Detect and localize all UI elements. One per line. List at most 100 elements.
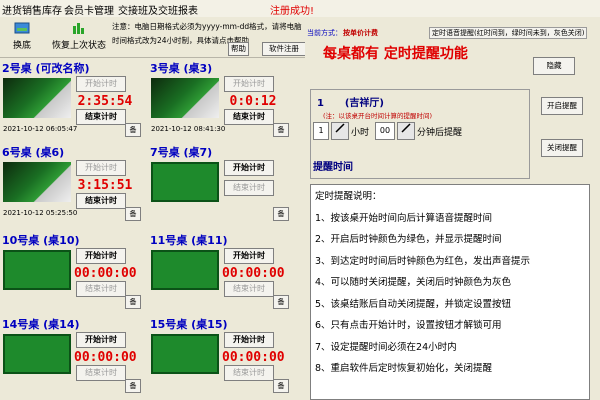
restore-state-label: 恢复上次状态: [52, 41, 107, 51]
instruction-line: 2、开启后时钟颜色为绿色，并显示提醒时间: [315, 234, 502, 245]
end-timer-button[interactable]: 结束计时: [76, 109, 126, 125]
end-timer-button[interactable]: 结束计时: [224, 180, 274, 196]
start-timer-button[interactable]: 开始计时: [76, 160, 126, 176]
instruction-line: 定时提醒说明：: [315, 191, 382, 202]
end-timer-button[interactable]: 结束计时: [224, 281, 274, 297]
registration-status: 注册成功!: [270, 6, 315, 17]
table-card-2: 2号桌 (可改名称) 开始计时 2:35:54 结束计时 2021-10-12 …: [0, 58, 143, 138]
table-grid: 2号桌 (可改名称) 开始计时 2:35:54 结束计时 2021-10-12 …: [0, 58, 305, 400]
promo-banner: 每桌都有 定时提醒功能: [323, 46, 468, 62]
hours-input[interactable]: 1: [313, 122, 329, 140]
table-clock: 2:35:54: [77, 94, 133, 109]
table-settings-button[interactable]: 备: [125, 295, 141, 309]
table-card-6: 6号桌 (桌6) 开始计时 3:15:51 结束计时 2021-10-12 05…: [0, 142, 143, 222]
table-settings-button[interactable]: 备: [273, 295, 289, 309]
change-background-button[interactable]: 换底: [2, 17, 42, 55]
table-title[interactable]: 3号桌 (桌3): [150, 60, 212, 76]
end-timer-button[interactable]: 结束计时: [224, 365, 274, 381]
instruction-line: 4、可以随时关闭提醒，关闭后时钟颜色为灰色: [315, 277, 512, 288]
mode-bar: 当前方式： 按单价计费 定时语音提醒(红时间到，绿时间未到，灰色关闭): [305, 27, 600, 41]
reminder-instructions: 定时提醒说明： 1、按该桌开始时间向后计算语音提醒时间 2、开启后时钟颜色为绿色…: [310, 184, 590, 400]
table-clock: 0:0:12: [229, 94, 277, 109]
table-settings-button[interactable]: 备: [273, 123, 289, 137]
table-settings-button[interactable]: 备: [273, 379, 289, 393]
disable-reminder-button[interactable]: 关闭提醒: [541, 139, 583, 157]
table-title[interactable]: 14号桌 (桌14): [2, 316, 80, 332]
slash-icon: [335, 123, 345, 133]
minutes-label: 分钟后提醒: [417, 128, 463, 138]
table-clock: 00:00:00: [222, 350, 285, 365]
table-settings-button[interactable]: 备: [273, 207, 289, 221]
table-title[interactable]: 2号桌 (可改名称): [2, 60, 90, 76]
wallpaper-icon: [14, 22, 30, 34]
tab-voice-reminder[interactable]: 定时语音提醒(红时间到，绿时间未到，灰色关闭): [429, 27, 588, 39]
instruction-line: 6、只有点击开始计时，设置按钮才解锁可用: [315, 320, 502, 331]
start-timestamp: 2021-10-12 05:25:50: [3, 209, 78, 217]
billing-mode-label: 当前方式：: [307, 29, 342, 37]
billiard-table-image: [3, 162, 71, 202]
table-card-3: 3号桌 (桌3) 开始计时 0:0:12 结束计时 2021-10-12 08:…: [148, 58, 291, 138]
change-background-label: 换底: [12, 41, 31, 51]
table-title[interactable]: 11号桌 (桌11): [150, 232, 228, 248]
table-card-14: 14号桌 (桌14) 开始计时 00:00:00 结束计时 备: [0, 314, 143, 394]
help-button[interactable]: 帮助: [228, 42, 249, 56]
menu-item-shift-report[interactable]: 交接班及交班报表: [118, 2, 198, 17]
reminder-settings: 1 (吉祥厅) (注：以该桌开台时间计算的提醒时间) 1 小时 00 分钟后提醒…: [310, 89, 530, 179]
table-clock: 3:15:51: [77, 178, 133, 193]
table-clock: 00:00:00: [222, 266, 285, 281]
billing-mode-value: 按单价计费: [343, 29, 378, 37]
end-timer-button[interactable]: 结束计时: [224, 109, 274, 125]
instruction-line: 7、设定提醒时间必须在24小时内: [315, 341, 457, 353]
instruction-line: 5、该桌结账后自动关闭提醒，并锁定设置按钮: [315, 298, 512, 310]
table-title[interactable]: 10号桌 (桌10): [2, 232, 80, 248]
hours-dropdown[interactable]: [331, 122, 349, 140]
instruction-line: 3、到达定时时间后时钟颜色为红色，发出声音提示: [315, 255, 531, 267]
table-settings-button[interactable]: 备: [125, 123, 141, 137]
start-timer-button[interactable]: 开始计时: [224, 160, 274, 176]
table-card-10: 10号桌 (桌10) 开始计时 00:00:00 结束计时 备: [0, 230, 143, 310]
minutes-dropdown[interactable]: [397, 122, 415, 140]
panel-note: (注：以该桌开台时间计算的提醒时间): [323, 112, 433, 120]
end-timer-button[interactable]: 结束计时: [76, 365, 126, 381]
table-settings-button[interactable]: 备: [125, 207, 141, 221]
billiard-table-image: [3, 334, 71, 374]
hours-label: 小时: [351, 128, 370, 138]
restore-state-button[interactable]: 恢复上次状态: [52, 17, 106, 55]
hide-button[interactable]: 隐藏: [533, 57, 575, 75]
start-timer-button[interactable]: 开始计时: [76, 76, 126, 92]
end-timer-button[interactable]: 结束计时: [76, 281, 126, 297]
table-card-11: 11号桌 (桌11) 开始计时 00:00:00 结束计时 备: [148, 230, 291, 310]
instruction-line: 8、重启软件后定时恢复初始化，关闭提醒: [315, 363, 493, 374]
menu-bar: 进货销售库存 会员卡管理 交接班及交班报表 注册成功!: [0, 0, 600, 18]
start-timer-button[interactable]: 开始计时: [76, 332, 126, 348]
start-timer-button[interactable]: 开始计时: [224, 76, 274, 92]
remind-time-label: 提醒时间: [313, 162, 353, 173]
table-title[interactable]: 6号桌 (桌6): [2, 144, 64, 160]
table-card-15: 15号桌 (桌15) 开始计时 00:00:00 结束计时 备: [148, 314, 291, 394]
start-timer-button[interactable]: 开始计时: [76, 248, 126, 264]
software-register-button[interactable]: 软件注册: [262, 42, 306, 56]
instruction-line: 1、按该桌开始时间向后计算语音提醒时间: [315, 212, 493, 224]
menu-item-member-card[interactable]: 会员卡管理: [64, 2, 114, 17]
panel-title: 1 (吉祥厅): [317, 98, 384, 109]
table-title[interactable]: 15号桌 (桌15): [150, 316, 228, 332]
billiard-table-image: [151, 250, 219, 290]
billiard-table-image: [151, 162, 219, 202]
table-title[interactable]: 7号桌 (桌7): [150, 144, 212, 160]
start-timestamp: 2021-10-12 06:05:47: [3, 125, 78, 133]
menu-item-inventory[interactable]: 进货销售库存: [2, 2, 62, 17]
table-settings-button[interactable]: 备: [125, 379, 141, 393]
reminder-panel: 当前方式： 按单价计费 定时语音提醒(红时间到，绿时间未到，灰色关闭) 每桌都有…: [305, 17, 600, 400]
minutes-input[interactable]: 00: [375, 122, 395, 140]
billiard-table-image: [3, 78, 71, 118]
billiard-table-image: [3, 250, 71, 290]
toolbar: 换底 恢复上次状态 注意：电脑日期格式必须为yyyy-mm-dd格式，请将电脑时…: [0, 17, 306, 58]
start-timer-button[interactable]: 开始计时: [224, 332, 274, 348]
start-timer-button[interactable]: 开始计时: [224, 248, 274, 264]
end-timer-button[interactable]: 结束计时: [76, 193, 126, 209]
table-clock: 00:00:00: [74, 350, 137, 365]
billiard-table-image: [151, 334, 219, 374]
slash-icon: [401, 123, 411, 133]
start-timestamp: 2021-10-12 08:41:30: [151, 125, 226, 133]
enable-reminder-button[interactable]: 开启提醒: [541, 97, 583, 115]
